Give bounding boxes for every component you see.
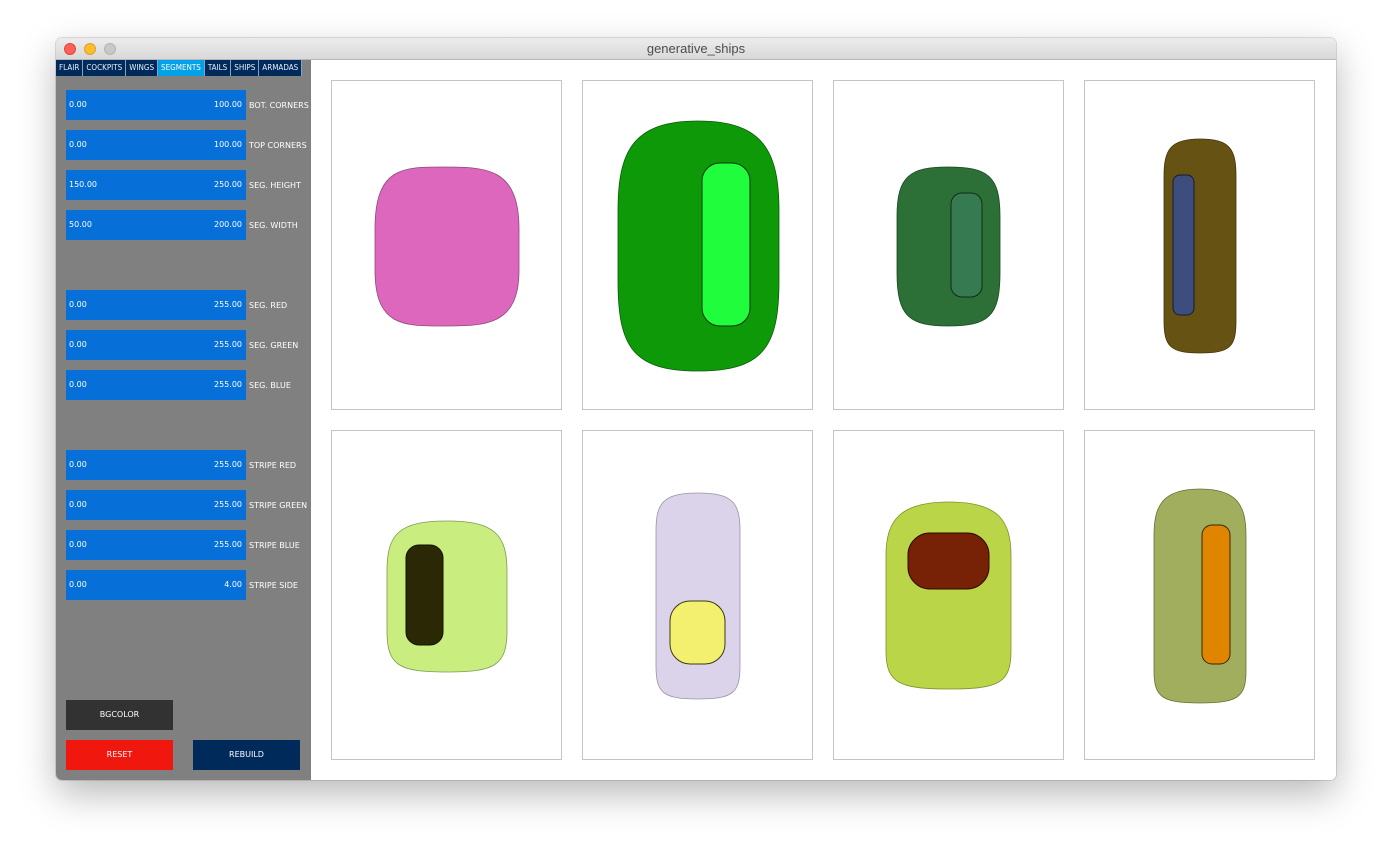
segment-shape [655, 492, 741, 700]
control-panel: FLAIR COCKPITS WINGS SEGMENTS TAILS SHIP… [56, 60, 311, 780]
window-title: generative_ships [646, 41, 746, 56]
segment-stripe [669, 600, 726, 665]
segment-stripe [701, 162, 751, 327]
stripe-side-min: 0.00 [69, 580, 87, 589]
tab-bar: FLAIR COCKPITS WINGS SEGMENTS TAILS SHIP… [56, 60, 303, 76]
tab-ships[interactable]: SHIPS [231, 60, 260, 76]
segment-card-8 [1084, 430, 1315, 760]
segment-shape [374, 166, 520, 327]
seg-width-max: 200.00 [214, 220, 242, 229]
seg-height-min: 150.00 [69, 180, 97, 189]
stripe-side-label: STRIPE SIDE [249, 581, 298, 590]
tab-flair[interactable]: FLAIR [56, 60, 84, 76]
seg-height-max: 250.00 [214, 180, 242, 189]
stripe-green-label: STRIPE GREEN [249, 501, 308, 510]
seg-red-min: 0.00 [69, 300, 87, 309]
segment-gallery [311, 60, 1336, 780]
tab-segments[interactable]: SEGMENTS [158, 60, 205, 76]
segment-shape [617, 120, 780, 372]
seg-green-max: 255.00 [214, 340, 242, 349]
seg-red-label: SEG. RED [249, 301, 288, 310]
top-corners-label: TOP CORNERS [249, 141, 307, 150]
seg-width-label: SEG. WIDTH [249, 221, 298, 230]
seg-blue-min: 0.00 [69, 380, 87, 389]
stripe-blue-label: STRIPE BLUE [249, 541, 300, 550]
top-corners-slider[interactable]: 0.00 100.00 [66, 130, 246, 160]
stripe-blue-max: 255.00 [214, 540, 242, 549]
seg-blue-max: 255.00 [214, 380, 242, 389]
tab-cockpits[interactable]: COCKPITS [83, 60, 127, 76]
bot-corners-max: 100.00 [214, 100, 242, 109]
stripe-green-slider[interactable]: 0.00 255.00 [66, 490, 246, 520]
seg-red-slider[interactable]: 0.00 255.00 [66, 290, 246, 320]
segment-shape [885, 501, 1012, 690]
segment-stripe [405, 544, 444, 646]
bot-corners-slider[interactable]: 0.00 100.00 [66, 90, 246, 120]
stripe-red-label: STRIPE RED [249, 461, 297, 470]
stripe-blue-min: 0.00 [69, 540, 87, 549]
segment-card-7 [833, 430, 1064, 760]
tab-wings[interactable]: WINGS [126, 60, 159, 76]
bot-corners-min: 0.00 [69, 100, 87, 109]
seg-width-slider[interactable]: 50.00 200.00 [66, 210, 246, 240]
segment-card-6 [582, 430, 813, 760]
stripe-red-max: 255.00 [214, 460, 242, 469]
segment-card-4 [1084, 80, 1315, 410]
seg-width-min: 50.00 [69, 220, 92, 229]
stripe-red-min: 0.00 [69, 460, 87, 469]
segment-stripe [950, 192, 983, 298]
stripe-red-slider[interactable]: 0.00 255.00 [66, 450, 246, 480]
segment-shape [1153, 488, 1247, 704]
rebuild-button[interactable]: REBUILD [193, 740, 300, 770]
reset-button[interactable]: RESET [66, 740, 173, 770]
bot-corners-label: BOT. CORNERS [249, 101, 309, 110]
segment-shape [896, 166, 1001, 327]
seg-green-slider[interactable]: 0.00 255.00 [66, 330, 246, 360]
tab-tails[interactable]: TAILS [204, 60, 232, 76]
seg-blue-slider[interactable]: 0.00 255.00 [66, 370, 246, 400]
top-corners-min: 0.00 [69, 140, 87, 149]
stripe-side-max: 4.00 [224, 580, 242, 589]
segment-card-5 [331, 430, 562, 760]
bgcolor-button[interactable]: BGCOLOR [66, 700, 173, 730]
seg-red-max: 255.00 [214, 300, 242, 309]
segment-shape [386, 520, 508, 673]
stripe-green-min: 0.00 [69, 500, 87, 509]
seg-blue-label: SEG. BLUE [249, 381, 291, 390]
stripe-blue-slider[interactable]: 0.00 255.00 [66, 530, 246, 560]
top-corners-max: 100.00 [214, 140, 242, 149]
stripe-green-max: 255.00 [214, 500, 242, 509]
app-window: generative_ships FLAIR COCKPITS WINGS SE… [56, 38, 1336, 780]
seg-green-min: 0.00 [69, 340, 87, 349]
title-bar: generative_ships [56, 38, 1336, 60]
segment-card-1 [331, 80, 562, 410]
seg-height-slider[interactable]: 150.00 250.00 [66, 170, 246, 200]
segment-card-2 [582, 80, 813, 410]
stripe-side-slider[interactable]: 0.00 4.00 [66, 570, 246, 600]
segment-stripe [1172, 174, 1195, 316]
seg-height-label: SEG. HEIGHT [249, 181, 301, 190]
segment-stripe [1201, 524, 1231, 665]
seg-green-label: SEG. GREEN [249, 341, 299, 350]
segment-stripe [907, 532, 990, 590]
segment-card-3 [833, 80, 1064, 410]
tab-armadas[interactable]: ARMADAS [259, 60, 303, 76]
